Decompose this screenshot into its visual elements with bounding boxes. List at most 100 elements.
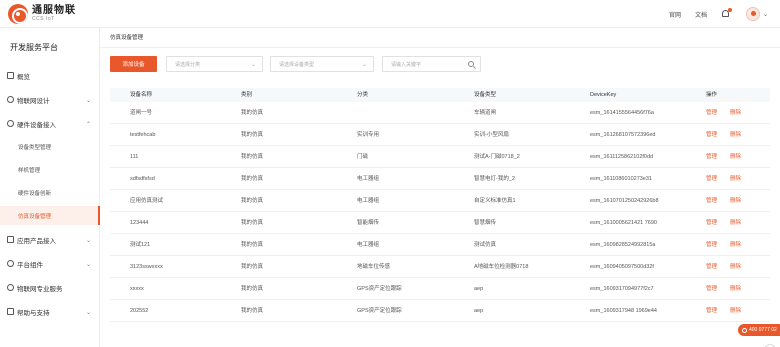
table-row: sdfsdfsfsd 我的仿真 电工器组 智慧电灯-我的_2 esm_161108601… [110,168,770,190]
search-icon[interactable] [468,61,474,67]
cell-category: 我的仿真 [241,154,264,160]
cell-device-type: 车辆道闸 [474,110,497,116]
cell-device-type: A地磁车位检测器0718 [474,264,529,270]
cell-device-type: 测试A-门磁0718_2 [474,154,520,160]
table-row: 111 我的仿真 门磁 测试A-门磁0718_2 esm_1611125862102f0… [110,146,770,168]
platform-title: 开发服务平台 [10,43,58,52]
cell-class: 智能烟传 [357,220,380,226]
table-row: 道闸一号 我的仿真 车辆道闸 esm_1614155564456f76a 管理 删除 [110,102,770,124]
cell-device-key: esm_1611086010273e31 [590,176,652,182]
sidebar-subitem-simulation[interactable]: 仿真设备管理 [0,206,100,225]
user-avatar[interactable] [745,7,760,21]
device-type-select[interactable]: 请选择设备类型 ⌄ [270,56,374,72]
cell-class: 电工器组 [357,176,380,182]
manage-link[interactable]: 管理 [706,168,717,190]
sidebar-subitem-hardware-innovation[interactable]: 硬件设备创新 [0,183,100,202]
hardware-icon [7,120,14,127]
sidebar-item-label: 物联网设计 [17,98,50,105]
delete-link[interactable]: 删除 [730,234,741,256]
sidebar-item-label: 概览 [17,74,30,81]
sidebar-subitem-device-type[interactable]: 设备类型管理 [0,137,100,156]
chevron-down-icon: ⌄ [85,309,91,316]
sidebar-item-iot-design[interactable]: 物联网设计 ⌄ [0,90,100,110]
manage-link[interactable]: 管理 [706,234,717,256]
category-select[interactable]: 请选择分类 ⌄ [166,56,263,72]
cell-device-key: esm_1609405097500d32f [590,264,654,270]
cell-name: 道闸一号 [130,110,153,116]
delete-link[interactable]: 删除 [730,146,741,168]
cell-device-key: esm_1611125862102f0dd [590,154,654,160]
sidebar-subitem-prototype[interactable]: 样机管理 [0,160,100,179]
logo-icon [8,4,28,24]
cell-class: 地磁车位传感 [357,264,391,270]
breadcrumb: 仿真设备管理 [110,35,144,41]
manage-link[interactable]: 管理 [706,278,717,300]
cell-category: 我的仿真 [241,286,264,292]
delete-link[interactable]: 删除 [730,102,741,124]
cell-name: 应用仿真测试 [130,198,164,204]
cell-name: 111 [130,154,139,160]
logo[interactable]: 通服物联 CCS IoT [8,4,76,24]
manage-link[interactable]: 管理 [706,124,717,146]
logo-text-cn: 通服物联 [32,5,76,16]
notification-bell-icon[interactable] [721,7,732,19]
delete-link[interactable]: 删除 [730,124,741,146]
official-site-link[interactable]: 官网 [669,10,681,19]
phone-contact-button[interactable]: 400 0777 02 [738,324,780,336]
add-device-button[interactable]: 添加设备 [110,56,157,72]
sidebar-item-overview[interactable]: 概览 [0,66,100,86]
delete-link[interactable]: 删除 [730,212,741,234]
sidebar-item-help[interactable]: 帮助与支持 ⌄ [0,302,100,322]
sidebar-item-pro-service[interactable]: 物联网专业服务 [0,278,100,298]
chevron-down-icon: ⌄ [85,237,91,244]
cell-name: 测试121 [130,242,151,248]
sidebar-item-hardware[interactable]: 硬件设备接入 ⌃ [0,114,100,134]
sidebar-item-app-access[interactable]: 应用产品接入 ⌄ [0,230,100,250]
table-header: 设备名称 类别 分类 设备类型 DeviceKey 操作 [110,88,770,102]
cell-device-key: esm_1610005621421 7690 [590,220,657,226]
cell-device-key: esm_1610701250242926b8 [590,198,659,204]
docs-link[interactable]: 文档 [695,10,707,19]
top-header: 通服物联 CCS IoT 官网 文档 ⌄ [0,0,780,28]
cell-device-key: esm_1614155564456f76a [590,110,654,116]
cell-class: 实训专用 [357,132,380,138]
chevron-down-icon: ⌄ [85,97,91,104]
delete-link[interactable]: 删除 [730,168,741,190]
search-input[interactable]: 请输入关键字 [382,56,481,72]
app-icon [7,236,14,243]
manage-link[interactable]: 管理 [706,300,717,322]
cell-name: 123444 [130,220,149,226]
manage-link[interactable]: 管理 [706,146,717,168]
help-icon [7,308,14,315]
chevron-down-icon: ⌄ [361,62,367,68]
cell-class: 电工器组 [357,242,380,248]
column-header: 设备类型 [474,92,497,98]
delete-link[interactable]: 删除 [730,278,741,300]
chevron-down-icon: ⌄ [250,62,256,68]
delete-link[interactable]: 删除 [730,190,741,212]
column-header: 分类 [357,92,369,98]
manage-link[interactable]: 管理 [706,190,717,212]
sidebar-item-components[interactable]: 平台组件 ⌄ [0,254,100,274]
delete-link[interactable]: 删除 [730,256,741,278]
sidebar-subitem-label: 硬件设备创新 [18,190,52,197]
sidebar-subitem-label: 设备类型管理 [18,144,52,151]
column-header: 类别 [241,92,253,98]
cell-name: 202552 [130,308,149,314]
delete-link[interactable]: 删除 [730,300,741,322]
cell-category: 我的仿真 [241,220,264,226]
column-header: 操作 [706,92,718,98]
chevron-down-icon[interactable]: ⌄ [763,11,768,18]
cell-device-type: aep [474,286,484,292]
search-placeholder: 请输入关键字 [391,61,422,68]
table-row: 3123sswxxxx 我的仿真 地磁车位传感 A地磁车位检测器0718 esm_160… [110,256,770,278]
manage-link[interactable]: 管理 [706,256,717,278]
cell-category: 我的仿真 [241,264,264,270]
cell-category: 我的仿真 [241,110,264,116]
manage-link[interactable]: 管理 [706,102,717,124]
cell-category: 我的仿真 [241,242,264,248]
sidebar-item-label: 硬件设备接入 [17,122,56,129]
table-row: 202552 我的仿真 GPS资产定位跟踪 aep esm_1609317948 196… [110,300,770,322]
manage-link[interactable]: 管理 [706,212,717,234]
cell-class: GPS资产定位跟踪 [357,286,402,292]
